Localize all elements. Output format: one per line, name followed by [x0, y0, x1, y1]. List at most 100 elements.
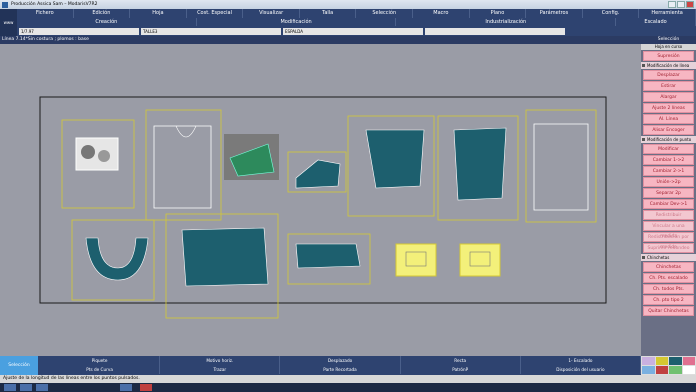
panel-section[interactable]: Chinchetas	[641, 254, 696, 261]
drawing-canvas[interactable]	[6, 48, 634, 352]
piece-label-1[interactable]	[395, 243, 437, 277]
taskbar	[0, 383, 696, 392]
bottom-option[interactable]: Disposición del usuario	[521, 365, 642, 374]
menu-left-tab[interactable]: www	[0, 9, 17, 36]
side-panel-subtitle: Hoja en curso	[641, 44, 696, 50]
swatch[interactable]	[642, 366, 655, 374]
piece-neckband[interactable]	[71, 219, 155, 301]
piece-sketch-1[interactable]	[61, 119, 135, 209]
bottom-option[interactable]: PatrónP	[401, 365, 521, 374]
color-swatches	[641, 356, 696, 375]
panel-button[interactable]: Redistribuir	[643, 210, 694, 220]
minimize-button[interactable]	[668, 1, 676, 8]
mode-tab-2[interactable]: Industrialización	[396, 18, 617, 26]
panel-button[interactable]: Estirar	[643, 81, 694, 91]
panel-button[interactable]: Ajuste 2 líneas	[643, 103, 694, 113]
panel-button[interactable]: Ch. todos Pts.	[643, 284, 694, 294]
menu-config-[interactable]: Config.	[583, 9, 640, 18]
swatch[interactable]	[669, 357, 682, 365]
menu-selecci-n[interactable]: Selección	[356, 9, 414, 18]
panel-button[interactable]: Chinchetas	[643, 262, 694, 272]
bottom-option[interactable]: Piquete	[40, 356, 161, 365]
panel-button[interactable]: Al. Línea	[643, 114, 694, 124]
side-panel-title: Selección	[641, 36, 696, 44]
menu-talla[interactable]: Talla	[300, 9, 357, 18]
title-bar: Producción Assica Sam – ModarisV7R2	[0, 0, 696, 9]
piece-outline-right[interactable]	[525, 109, 597, 223]
piece-front-right[interactable]	[437, 115, 519, 221]
field-row: 1/7.97 TALLE3 ESPALDA	[17, 26, 696, 36]
panel-button[interactable]: Alargar	[643, 92, 694, 102]
swatch[interactable]	[682, 357, 695, 365]
extra-field[interactable]	[425, 27, 565, 35]
menu-hoja[interactable]: Hoja	[130, 9, 187, 18]
bottom-option[interactable]: Pts de Curva	[40, 365, 161, 374]
panel-button[interactable]: Ch. Pts. escalado	[643, 273, 694, 283]
bottom-option[interactable]: Trazar	[160, 365, 281, 374]
panel-button[interactable]: Desplazar	[643, 70, 694, 80]
panel-button[interactable]: Separar 2p	[643, 188, 694, 198]
panel-button[interactable]: Cambiar 1->2	[643, 155, 694, 165]
pattern-pieces	[39, 96, 607, 319]
panel-button[interactable]: Quitar Chinchetas	[643, 306, 694, 316]
swatch[interactable]	[669, 366, 682, 374]
bottom-option[interactable]: Motivo horiz.	[160, 356, 281, 365]
menu-visualizar[interactable]: Visualizar	[243, 9, 300, 18]
menu-edici-n[interactable]: Edición	[74, 9, 131, 18]
info-bar: Línea 7.14*Sin costura ; plomos : base	[0, 36, 641, 44]
panel-button[interactable]: Vincular a una medida	[643, 221, 694, 239]
taskbar-app-icon[interactable]	[36, 384, 48, 391]
selection-button[interactable]: Selección	[0, 356, 38, 375]
panel-button[interactable]: Modificar	[643, 144, 694, 154]
mode-tab-3[interactable]: Escalado	[616, 18, 696, 26]
size-field[interactable]: TALLE3	[141, 27, 281, 35]
mode-tab-1[interactable]: Modificación	[197, 18, 397, 26]
piece-outline-front[interactable]	[145, 109, 222, 221]
menu-herramienta[interactable]: Herramienta	[639, 9, 696, 18]
bottom-option[interactable]: Recta	[401, 356, 521, 365]
panel-button[interactable]: Cambiar 2->1	[643, 166, 694, 176]
panel-button[interactable]: Suprimir redondeo	[643, 243, 694, 253]
panel-section[interactable]: Modificación de punto	[641, 136, 696, 143]
start-icon[interactable]	[4, 384, 16, 391]
menu-cost-especial[interactable]: Cost. Especial	[187, 9, 244, 18]
panel-button[interactable]: Redistribución por medida	[643, 232, 694, 250]
panel-button[interactable]: Supresión	[643, 51, 694, 61]
swatch[interactable]	[642, 357, 655, 365]
swatch[interactable]	[655, 357, 668, 365]
main-menus: Fichero Edición Hoja Cost. Especial Visualiz…	[17, 9, 696, 18]
menu-fichero[interactable]: Fichero	[17, 9, 74, 18]
piece-large-back[interactable]	[165, 213, 279, 319]
mode-tab-0[interactable]: Creación	[17, 18, 197, 26]
menu-plano[interactable]: Plano	[470, 9, 527, 18]
piece-back[interactable]	[347, 115, 435, 217]
side-panel-list: Supresión Modificación de línea Desplazar E…	[641, 51, 696, 316]
taskbar-app-icon[interactable]	[20, 384, 32, 391]
window-title: Producción Assica Sam – ModarisV7R2	[11, 2, 98, 7]
piece-collar[interactable]	[287, 151, 347, 193]
bottom-option[interactable]: Desplazado	[280, 356, 401, 365]
swatch[interactable]	[655, 366, 668, 374]
window-controls	[668, 1, 694, 8]
taskbar-app-icon[interactable]	[140, 384, 152, 391]
mode-tabs: Creación Modificación Industrialización Esc…	[17, 18, 696, 26]
menu-macro[interactable]: Macro	[413, 9, 470, 18]
panel-button[interactable]: Unión->2p	[643, 177, 694, 187]
panel-button[interactable]: Ch. pto tipo 2	[643, 295, 694, 305]
panel-section[interactable]: Modificación de línea	[641, 62, 696, 69]
menu-bar: www Fichero Edición Hoja Cost. Especial Visu…	[0, 9, 696, 36]
menu-par-metros[interactable]: Parámetros	[526, 9, 583, 18]
bottom-option[interactable]: Parte Recortada	[280, 365, 401, 374]
taskbar-app-icon[interactable]	[120, 384, 132, 391]
bottom-option[interactable]: 1- Escalado	[521, 356, 642, 365]
close-button[interactable]	[686, 1, 694, 8]
panel-button[interactable]: Cambiar Dev->1	[643, 199, 694, 209]
piece-label-2[interactable]	[459, 243, 501, 277]
swatch[interactable]	[682, 366, 695, 374]
maximize-button[interactable]	[677, 1, 685, 8]
piece-selected[interactable]	[224, 134, 279, 180]
model-field[interactable]: ESPALDA	[283, 27, 423, 35]
scale-field[interactable]: 1/7.97	[19, 27, 139, 35]
panel-button[interactable]: Alisar Encoger	[643, 125, 694, 135]
piece-sleeve[interactable]	[287, 233, 371, 285]
